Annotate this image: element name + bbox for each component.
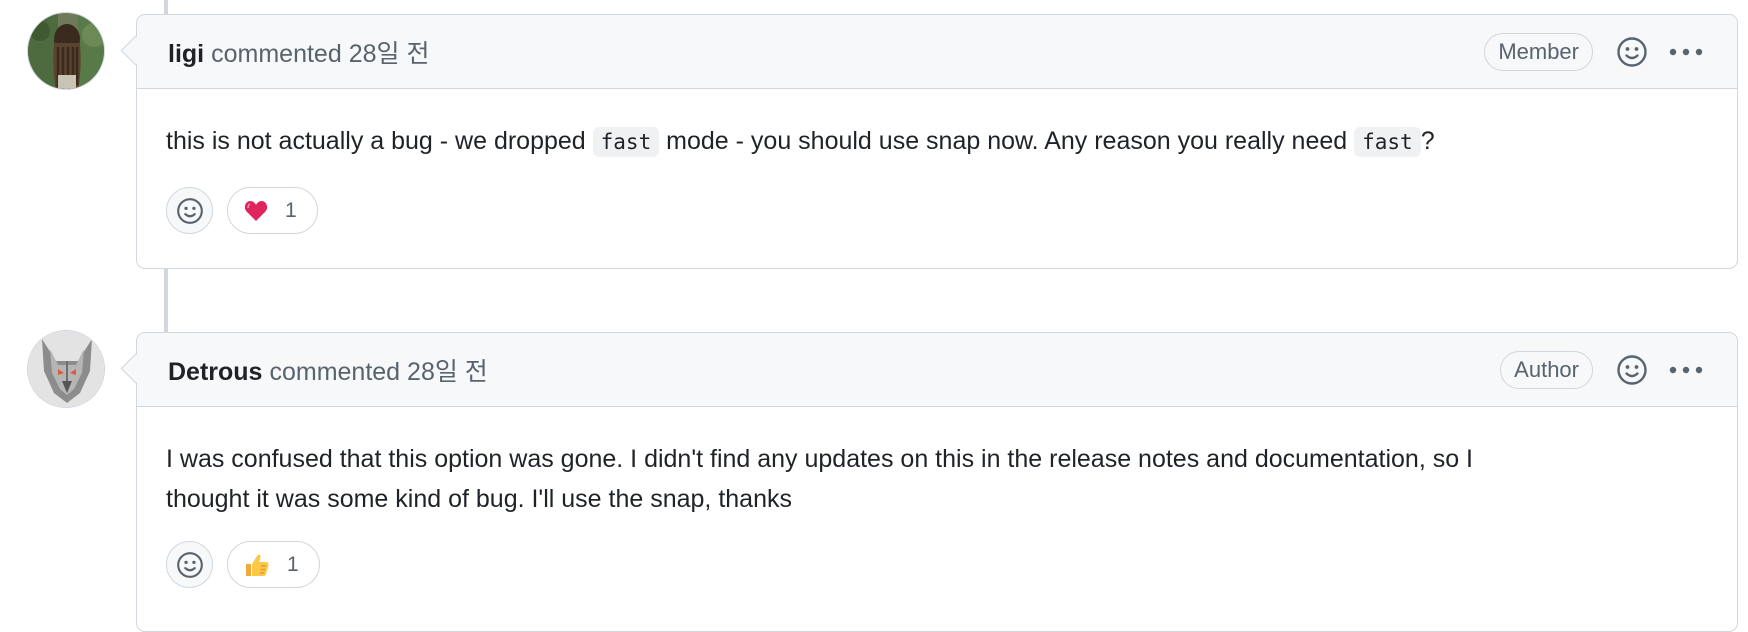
role-badge: Author (1500, 350, 1593, 389)
comment-text: I was confused that this option was gone… (166, 445, 1474, 513)
reaction-thumbs-up-button[interactable]: 1 (227, 541, 320, 588)
comment-timestamp[interactable]: 28일 전 (407, 358, 488, 386)
reactions-bar: 1 (166, 187, 1708, 234)
author-name[interactable]: Detrous (168, 358, 262, 386)
comment-card: ligi commented 28일 전 Member this is not a… (136, 14, 1738, 269)
red-heart-icon (244, 200, 268, 222)
timeline-line-middle (164, 268, 168, 333)
add-reaction-button[interactable] (166, 187, 213, 234)
role-badge: Member (1484, 32, 1593, 71)
add-reaction-button[interactable] (166, 541, 213, 588)
comment-body: I was confused that this option was gone… (137, 407, 1737, 619)
timeline-line-top (164, 0, 168, 14)
smiley-icon[interactable] (1615, 35, 1649, 69)
comment-action: commented (211, 39, 342, 68)
comment-meta: Detrous commented 28일 전 (168, 352, 488, 388)
inline-code: fast (592, 127, 660, 157)
wolf-mask-avatar (28, 331, 104, 407)
comment-text: this is not actually a bug - we dropped … (166, 127, 1435, 157)
comment-body: this is not actually a bug - we dropped … (137, 89, 1737, 265)
smiley-icon (176, 551, 203, 578)
kebab-menu-icon[interactable] (1667, 35, 1705, 69)
comment-action: commented (269, 357, 401, 386)
dreadlocks-person-avatar (28, 13, 104, 89)
inline-code: fast (1354, 127, 1421, 157)
smiley-icon (176, 197, 203, 224)
thumbs-up-icon (244, 553, 270, 577)
reaction-count: 1 (285, 198, 297, 222)
avatar-ligi[interactable] (27, 12, 105, 90)
smiley-icon[interactable] (1615, 353, 1649, 387)
comment-timestamp[interactable]: 28일 전 (349, 40, 430, 68)
comment-meta: ligi commented 28일 전 (168, 34, 429, 70)
reactions-bar: 1 (166, 541, 1708, 588)
comment-header: Detrous commented 28일 전 Author (137, 333, 1737, 407)
avatar-detrous[interactable] (27, 330, 105, 408)
comment-header: ligi commented 28일 전 Member (137, 15, 1737, 89)
comment-card: Detrous commented 28일 전 Author I was conf… (136, 332, 1738, 632)
reaction-heart-button[interactable]: 1 (227, 187, 318, 234)
kebab-menu-icon[interactable] (1667, 353, 1705, 387)
reaction-count: 1 (287, 552, 299, 576)
author-name[interactable]: ligi (168, 40, 204, 68)
